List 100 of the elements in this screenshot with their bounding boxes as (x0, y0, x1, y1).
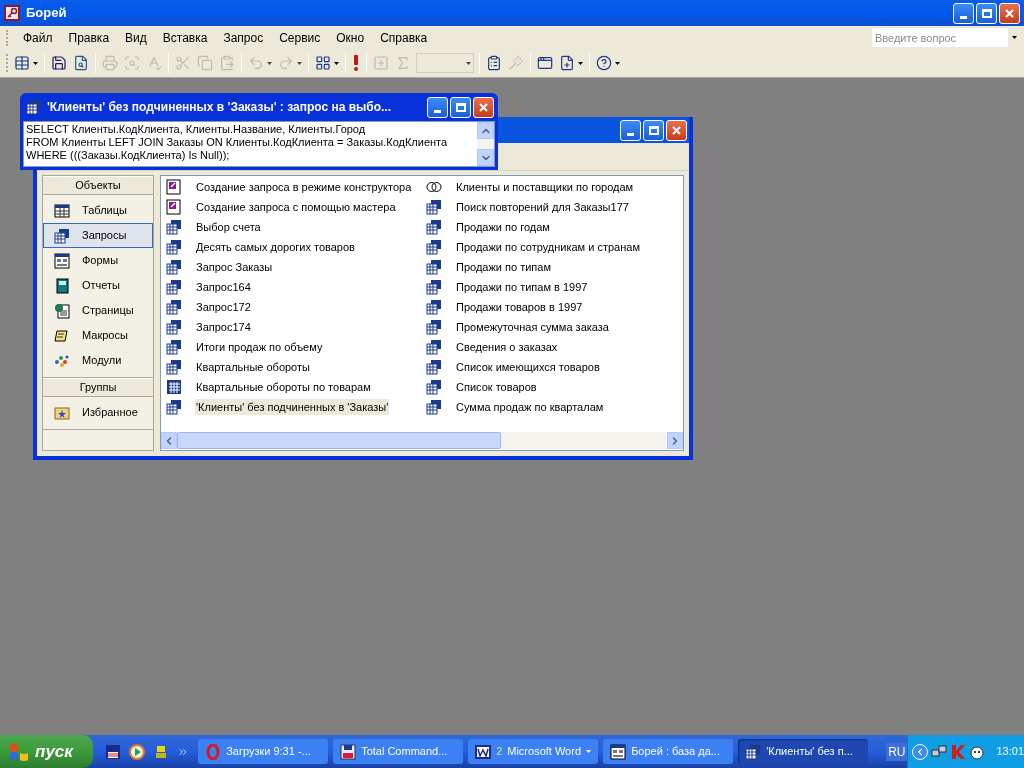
language-indicator[interactable]: RU (886, 742, 908, 761)
minimize-button[interactable] (427, 96, 448, 118)
taskbar-button[interactable]: 'Клиенты' без п... (738, 739, 869, 764)
query-icon (166, 259, 182, 275)
list-item[interactable]: Десять самых дорогих товаров (195, 238, 356, 256)
network-icon[interactable] (931, 743, 948, 760)
list-item[interactable]: Продажи по сотрудникам и странам (455, 238, 641, 256)
list-item[interactable]: Создание запроса с помощью мастера (195, 198, 397, 216)
minimize-button[interactable] (620, 119, 641, 141)
query-icon (166, 299, 182, 315)
form-icon (54, 252, 70, 269)
list-item[interactable]: Запрос164 (195, 278, 252, 296)
query-icon (426, 239, 442, 255)
file-plus-icon (559, 55, 575, 71)
close-icon (479, 102, 488, 112)
query-icon (745, 743, 762, 760)
list-item[interactable]: Выбор счета (195, 218, 262, 236)
page-icon (54, 302, 70, 319)
list-item[interactable]: Продажи по типам в 1997 (455, 278, 589, 296)
sidebar-item[interactable]: Таблицы (43, 198, 153, 223)
list-item[interactable]: 'Клиенты' без подчиненных в 'Заказы' (195, 398, 390, 416)
clock: 13:01 (996, 744, 1024, 760)
help-icon (596, 55, 612, 71)
sidebar-item[interactable]: Формы (43, 248, 153, 273)
grid-icon (166, 379, 182, 395)
window-count: 2 (496, 744, 503, 760)
properties-icon (486, 55, 502, 71)
list-item[interactable]: Запрос Заказы (195, 258, 274, 276)
exclamation-icon (353, 55, 359, 71)
query-icon (166, 399, 182, 415)
close-button[interactable] (999, 2, 1020, 24)
close-button[interactable] (666, 119, 687, 141)
list-item[interactable]: Квартальные обороты по товарам (195, 378, 372, 396)
maximize-button[interactable] (450, 96, 471, 118)
task-label: Total Command... (361, 744, 449, 760)
list-item[interactable]: Сумма продаж по кварталам (455, 398, 605, 416)
list-item[interactable]: Продажи товаров в 1997 (455, 298, 584, 316)
menu-item[interactable]: Справка (372, 27, 436, 48)
wand-icon (508, 55, 524, 71)
table-icon (54, 202, 70, 219)
show-hidden-icons-button[interactable] (912, 743, 929, 760)
taskbar-button[interactable]: Total Command... (333, 739, 464, 764)
menu-item[interactable]: Окно (328, 27, 373, 48)
query-icon (426, 399, 442, 415)
caret-icon (267, 61, 272, 65)
list-item[interactable]: Создание запроса в режиме конструктора (195, 178, 413, 196)
sidebar-item[interactable]: Запросы (43, 223, 153, 248)
query-icon (426, 219, 442, 235)
sidebar-item[interactable]: Страницы (43, 298, 153, 323)
sidebar-item[interactable]: Модули (43, 348, 153, 373)
list-item[interactable]: Клиенты и поставщики по городам (455, 178, 635, 196)
list-item[interactable]: Запрос172 (195, 298, 252, 316)
maximize-button[interactable] (976, 2, 997, 24)
taskbar-button[interactable]: Борей : база да... (603, 739, 734, 764)
taskbar-button[interactable]: Загрузки 9:31 -... (198, 739, 329, 764)
menu-item[interactable]: Правка (60, 27, 118, 48)
menu-item[interactable]: Запрос (215, 27, 272, 48)
menu-item[interactable]: Файл (15, 27, 61, 48)
list-item[interactable]: Промежуточная сумма заказа (455, 318, 610, 336)
window-icon (537, 55, 553, 71)
list-item[interactable]: Итоги продаж по объему (195, 338, 324, 356)
list-item[interactable]: Поиск повторений для Заказы177 (455, 198, 630, 216)
minimize-button[interactable] (953, 2, 974, 24)
list-item[interactable]: Сведения о заказах (455, 338, 559, 356)
list-item[interactable]: Продажи по годам (455, 218, 551, 236)
caret-icon (1011, 36, 1017, 39)
caret-icon (33, 61, 38, 65)
menu-item[interactable]: Вид (117, 27, 155, 48)
menu-item[interactable]: Сервис (271, 27, 329, 48)
caret-icon (578, 61, 583, 65)
help-question-field[interactable]: Введите вопрос (872, 28, 1008, 47)
scroll-icon (54, 327, 70, 344)
maximize-button[interactable] (643, 119, 664, 141)
key-icon (4, 5, 20, 21)
query-icon (426, 299, 442, 315)
play-disc-icon[interactable] (129, 743, 146, 760)
query-icon (426, 199, 442, 215)
task-label: Загрузки 9:31 -... (226, 744, 312, 760)
wizard-icon (166, 179, 182, 195)
horizontal-scrollbar[interactable] (161, 432, 683, 449)
table-icon (14, 55, 30, 71)
list-item[interactable]: Запрос174 (195, 318, 252, 336)
sidebar-item[interactable]: Избранное (43, 400, 153, 425)
start-button[interactable]: пуск (0, 735, 94, 768)
menu-item[interactable]: Вставка (154, 27, 216, 48)
close-button[interactable] (473, 96, 494, 118)
taskbar-button[interactable]: 2 Microsoft Word (468, 739, 599, 764)
query-icon (426, 319, 442, 335)
sidebar-item[interactable]: Макросы (43, 323, 153, 348)
query-icon (54, 227, 70, 244)
list-item[interactable]: Продажи по типам (455, 258, 552, 276)
list-item[interactable]: Квартальные обороты (195, 358, 311, 376)
list-item[interactable]: Список имеющихся товаров (455, 358, 601, 376)
caret-icon (466, 61, 471, 65)
close-icon (1005, 8, 1014, 18)
sidebar-item[interactable]: Отчеты (43, 273, 153, 298)
list-item[interactable]: Список товаров (455, 378, 538, 396)
clipboard-icon (219, 55, 235, 71)
ring-icon (205, 743, 222, 760)
query-icon (166, 319, 182, 335)
